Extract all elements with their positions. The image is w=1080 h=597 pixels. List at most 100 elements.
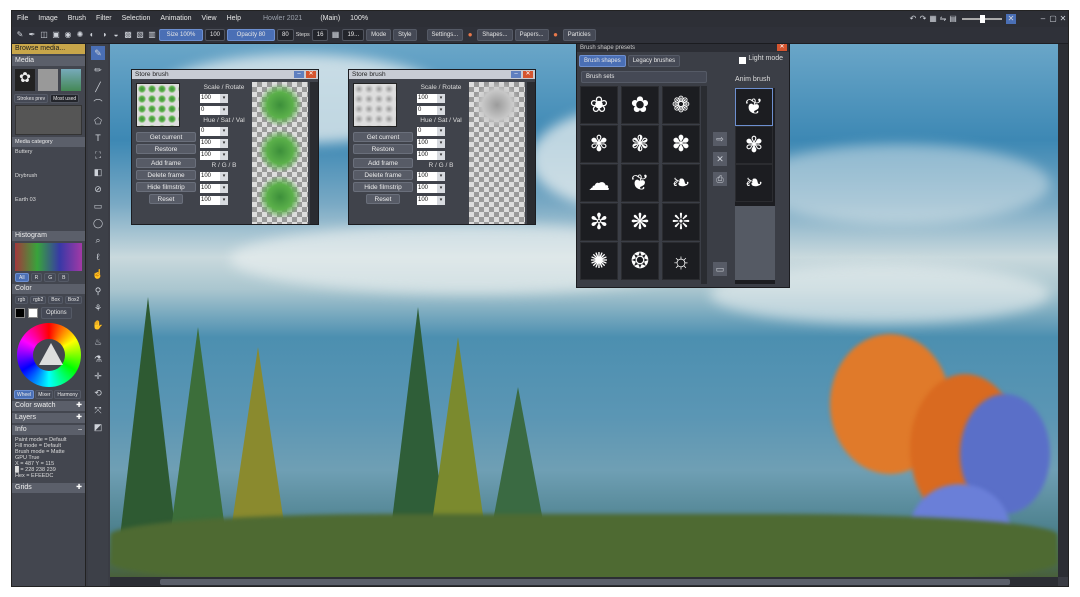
settings-button[interactable]: Settings... [426, 29, 464, 41]
minimize-icon[interactable]: – [1038, 14, 1048, 24]
hue-spinner[interactable]: 0 ▾ [200, 126, 248, 136]
number-value[interactable]: 19... [342, 29, 365, 41]
brush-shape-cell[interactable]: ❊ [662, 203, 700, 241]
bulb-icon[interactable]: ♨ [91, 335, 105, 349]
transform-tool-icon[interactable]: ⤧ [91, 403, 105, 417]
menu-file[interactable]: File [12, 11, 33, 27]
zoom-tool-icon[interactable]: ⌕ [91, 233, 105, 247]
scale-value[interactable]: 100 [200, 93, 220, 103]
ellipse-select-icon[interactable]: ◯ [91, 216, 105, 230]
b-value[interactable]: 100 [200, 195, 220, 205]
color-wheel[interactable] [16, 323, 81, 387]
plus-icon[interactable]: ✚ [76, 401, 82, 411]
dropper-icon[interactable]: ⚗ [91, 352, 105, 366]
brush-shape-cell[interactable]: ❃ [621, 125, 659, 163]
rotate-tool-icon[interactable]: ⟲ [91, 386, 105, 400]
filmstrip[interactable] [252, 82, 308, 224]
color-tab-rgb[interactable]: rgb [15, 296, 29, 304]
shapes-button[interactable]: Shapes... [477, 29, 513, 41]
rotate-spinner[interactable]: 0 ▾ [417, 105, 465, 115]
get-current-button[interactable]: Get current [353, 132, 413, 142]
menu-brush[interactable]: Brush [63, 11, 91, 27]
eraser-icon[interactable]: ◫ [39, 30, 49, 40]
brush-tool-icon[interactable]: ✎ [91, 46, 105, 60]
anim-frame[interactable]: ❦ [735, 88, 773, 126]
save-icon[interactable]: ▭ [713, 262, 727, 276]
r-value[interactable]: 100 [417, 171, 437, 181]
zoom-slider[interactable] [962, 15, 1002, 23]
light-mode-checkbox[interactable] [739, 57, 747, 64]
close-icon[interactable]: ✕ [1058, 14, 1068, 24]
chevron-down-icon[interactable]: ▾ [220, 105, 228, 115]
sat-spinner[interactable]: 100 ▾ [417, 138, 465, 148]
chevron-down-icon[interactable]: ▾ [220, 138, 228, 148]
browse-media-dropdown[interactable]: Browse media... [12, 44, 85, 54]
tab-wheel[interactable]: Wheel [14, 390, 35, 399]
restore-button[interactable]: Restore [136, 144, 196, 154]
reset-button[interactable]: Reset [366, 194, 400, 204]
style-dropdown[interactable]: Style [393, 29, 417, 41]
chevron-down-icon[interactable]: ▾ [437, 105, 445, 115]
brush-shape-cell[interactable]: ❧ [662, 164, 700, 202]
tab-strokes-prev[interactable]: Strokes prev [14, 94, 49, 103]
brush-thumbnail[interactable] [136, 83, 180, 127]
chevron-down-icon[interactable]: ▾ [437, 93, 445, 103]
val-value[interactable]: 100 [200, 150, 220, 160]
stroke-item[interactable]: Buttery [15, 149, 82, 173]
particles-button[interactable]: Particles [562, 29, 596, 41]
mode-dropdown[interactable]: Mode [366, 29, 392, 41]
scale-value[interactable]: 100 [417, 93, 437, 103]
info-header[interactable]: Info – [12, 425, 85, 435]
brush-sets-dropdown[interactable]: Brush sets [581, 71, 707, 83]
plus-icon[interactable]: ✚ [76, 483, 82, 493]
color-tab-box2[interactable]: Box2 [64, 296, 83, 304]
grid-snap-icon[interactable]: ▦ [330, 30, 340, 40]
hist-tab-all[interactable]: All [15, 273, 29, 282]
chevron-down-icon[interactable]: ▾ [437, 171, 445, 181]
chevron-down-icon[interactable]: ▾ [437, 126, 445, 136]
minus-icon[interactable]: – [78, 425, 82, 435]
hand-tool-icon[interactable]: ✋ [91, 318, 105, 332]
media-thumb-texture[interactable] [38, 69, 58, 91]
r-spinner[interactable]: 100 ▾ [417, 171, 465, 181]
opacity-value[interactable]: 80 [277, 29, 294, 41]
scroll-thumb[interactable] [160, 579, 1010, 585]
hist-tab-b[interactable]: B [58, 273, 70, 282]
stamp-icon[interactable]: ⎙ [713, 172, 727, 186]
g-value[interactable]: 100 [417, 183, 437, 193]
size-value[interactable]: 100 [205, 29, 226, 41]
tools-icon[interactable]: ✕ [1006, 14, 1016, 24]
delete-frame-button[interactable]: Delete frame [353, 170, 413, 180]
brush-shape-cell[interactable]: ✺ [580, 242, 618, 280]
close-icon[interactable]: ✕ [777, 44, 787, 51]
brush-shape-cell[interactable]: ❦ [621, 164, 659, 202]
color-tab-rgb2[interactable]: rgb2 [30, 296, 47, 304]
tab-brush-shapes[interactable]: Brush shapes [579, 55, 626, 67]
restore-button[interactable]: Restore [353, 144, 413, 154]
papers-button[interactable]: Papers... [514, 29, 549, 41]
brush-shape-cell[interactable]: ❂ [621, 242, 659, 280]
brush-thumbnail[interactable] [353, 83, 397, 127]
curve-tool-icon[interactable]: ⌒ [91, 97, 105, 111]
text-tool-icon[interactable]: T [91, 131, 105, 145]
color-pair-icon[interactable]: ◩ [91, 420, 105, 434]
brush-shape-cell[interactable]: ✾ [580, 125, 618, 163]
anim-frame[interactable]: ✾ [735, 126, 773, 164]
sat-value[interactable]: 100 [200, 138, 220, 148]
size-button[interactable]: Size 100% [159, 29, 203, 41]
chevron-down-icon[interactable]: ▾ [220, 183, 228, 193]
reset-button[interactable]: Reset [149, 194, 183, 204]
arrow-right-icon[interactable]: ⇨ [713, 132, 727, 146]
delete-frame-button[interactable]: Delete frame [136, 170, 196, 180]
color-tab-box[interactable]: Box [48, 296, 63, 304]
brush-shape-cell[interactable]: ✿ [621, 86, 659, 124]
g-spinner[interactable]: 100 ▾ [417, 183, 465, 193]
r-value[interactable]: 100 [200, 171, 220, 181]
texture-icon[interactable]: ▩ [123, 30, 133, 40]
sat-spinner[interactable]: 100 ▾ [200, 138, 248, 148]
layers-icon[interactable]: ▤ [948, 14, 958, 24]
media-header[interactable]: Media [12, 56, 85, 66]
brush-shape-cell[interactable]: ✽ [662, 125, 700, 163]
plus-icon[interactable]: ✚ [76, 413, 82, 423]
filmstrip-scrollbar[interactable] [310, 82, 318, 224]
